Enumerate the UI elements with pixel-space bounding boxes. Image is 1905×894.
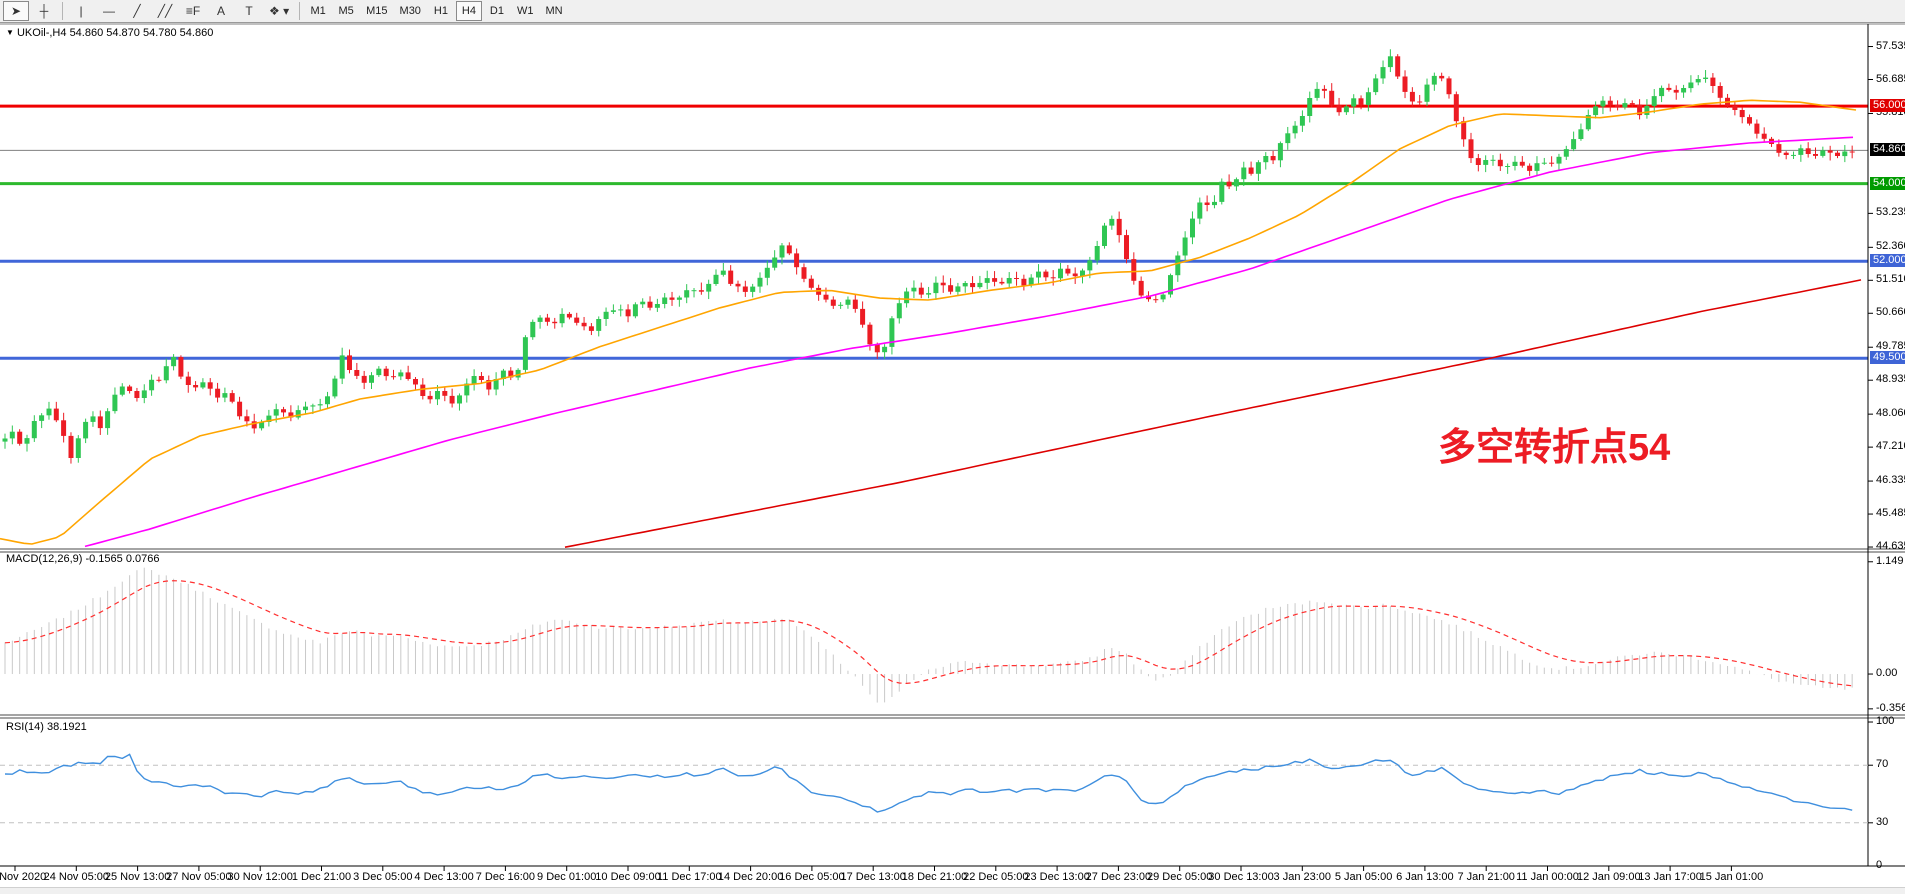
trading-platform-window: ➤┼|—╱╱╱≡FAT❖ ▾M1M5M15M30H1H4D1W1MN ▼ UKO… bbox=[0, 0, 1905, 894]
chart-canvas[interactable] bbox=[0, 0, 1905, 894]
tool-equidistant-channel-button[interactable]: ╱╱ bbox=[152, 1, 178, 21]
timeframe-W1-button[interactable]: W1 bbox=[512, 1, 539, 21]
timeframe-MN-button[interactable]: MN bbox=[540, 1, 567, 21]
timeframe-H1-button[interactable]: H1 bbox=[428, 1, 454, 21]
bottom-scrollbar-strip[interactable] bbox=[0, 887, 1905, 894]
symbol-period-label: UKOil-,H4 bbox=[17, 27, 67, 39]
tool-arrows-button[interactable]: ❖ ▾ bbox=[264, 1, 294, 21]
timeframe-D1-button[interactable]: D1 bbox=[484, 1, 510, 21]
timeframe-H4-button[interactable]: H4 bbox=[456, 1, 482, 21]
tool-crosshair-button[interactable]: ┼ bbox=[31, 1, 57, 21]
toolbar-separator bbox=[62, 2, 63, 20]
tool-fibonacci-button[interactable]: ≡F bbox=[180, 1, 206, 21]
toolbar-separator bbox=[299, 2, 300, 20]
tool-cursor-button[interactable]: ➤ bbox=[3, 1, 29, 21]
timeframe-M30-button[interactable]: M30 bbox=[395, 1, 426, 21]
symbol-dropdown-icon[interactable]: ▼ bbox=[6, 28, 14, 37]
tool-vertical-line-button[interactable]: | bbox=[68, 1, 94, 21]
ohlc-values: 54.860 54.870 54.780 54.860 bbox=[70, 27, 214, 39]
toolbar: ➤┼|—╱╱╱≡FAT❖ ▾M1M5M15M30H1H4D1W1MN bbox=[0, 0, 1905, 23]
timeframe-M5-button[interactable]: M5 bbox=[333, 1, 359, 21]
tool-horizontal-line-button[interactable]: — bbox=[96, 1, 122, 21]
tool-trendline-button[interactable]: ╱ bbox=[124, 1, 150, 21]
timeframe-M15-button[interactable]: M15 bbox=[361, 1, 392, 21]
chart-title: ▼ UKOil-,H4 54.860 54.870 54.780 54.860 bbox=[6, 27, 213, 39]
timeframe-M1-button[interactable]: M1 bbox=[305, 1, 331, 21]
tool-text-button[interactable]: A bbox=[208, 1, 234, 21]
tool-text-label-button[interactable]: T bbox=[236, 1, 262, 21]
